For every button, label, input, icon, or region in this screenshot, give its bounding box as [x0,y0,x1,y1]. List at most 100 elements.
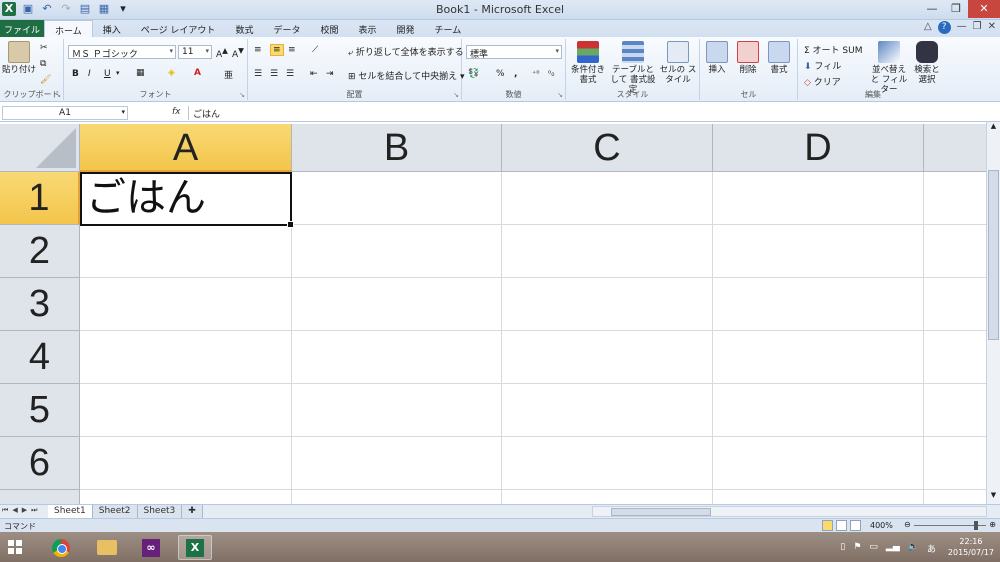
increase-indent-icon[interactable]: ⇥ [326,69,334,79]
autosum-button[interactable]: Σ オート SUM [804,43,862,56]
normal-view-icon[interactable] [822,520,833,531]
paste-button[interactable]: 貼り付け [2,41,36,75]
font-color-icon[interactable]: A [194,68,201,78]
column-header-d[interactable]: D [713,124,924,172]
horizontal-scrollbar[interactable] [592,506,987,517]
minimize-icon[interactable]: — [920,0,944,18]
format-painter-icon[interactable]: 🖌 [40,75,51,85]
row-header-5[interactable]: 5 [0,384,80,437]
doc-restore-icon[interactable]: ❐ [973,21,982,34]
scroll-down-icon[interactable]: ▼ [987,491,1000,504]
find-select-button[interactable]: 検索と 選択 [910,41,944,85]
explorer-taskbar-button[interactable] [90,535,124,560]
copy-icon[interactable]: ⧉ [40,59,46,69]
clear-button[interactable]: ◇ クリア [804,75,841,88]
flag-icon[interactable]: ⚑ [853,542,861,555]
last-sheet-icon[interactable]: ⏭ [31,506,37,515]
volume-icon[interactable]: 🔈 [908,542,919,555]
column-header-a[interactable]: A [80,124,292,172]
insert-cells-button[interactable]: 挿入 [702,41,732,75]
first-sheet-icon[interactable]: ⏮ [2,506,8,515]
tray-device-icon[interactable]: ▯ [840,542,845,555]
phonetic-icon[interactable]: 亜 [224,68,233,81]
row-header-6[interactable]: 6 [0,437,80,490]
tab-insert[interactable]: 挿入 [93,20,131,37]
excel-taskbar-button[interactable]: X [178,535,212,560]
tab-developer[interactable]: 開発 [387,20,425,37]
insert-sheet-icon[interactable]: ✚ [182,505,203,518]
row-header-7[interactable] [0,490,80,504]
sort-filter-button[interactable]: 並べ替えと フィルター [868,41,910,95]
font-launcher-icon[interactable]: ↘ [239,91,245,99]
doc-minimize-icon[interactable]: — [957,21,967,34]
visual-studio-taskbar-button[interactable]: ∞ [134,535,168,560]
column-header-e[interactable] [924,124,986,172]
tab-team[interactable]: チーム [425,20,472,37]
minimize-ribbon-icon[interactable]: △ [924,21,932,34]
delete-cells-button[interactable]: 削除 [733,41,763,75]
vertical-scroll-thumb[interactable] [988,170,999,340]
percent-button[interactable]: % [496,69,505,79]
italic-button[interactable]: I [88,69,91,79]
fill-color-icon[interactable]: ◈ [168,68,175,78]
shrink-font-icon[interactable]: A▼ [232,46,244,60]
formula-input[interactable]: ごはん [188,106,988,120]
grow-font-icon[interactable]: A▲ [216,46,228,60]
page-break-view-icon[interactable] [850,520,861,531]
alignment-launcher-icon[interactable]: ↘ [453,91,459,99]
close-icon[interactable]: ✕ [968,0,1000,18]
tab-file[interactable]: ファイル [0,20,44,37]
align-right-icon[interactable]: ☰ [286,69,294,79]
align-bottom-icon[interactable]: ≡ [288,45,296,55]
sheet-tab-sheet1[interactable]: Sheet1 [48,505,93,518]
currency-icon[interactable]: 💱 [468,69,479,79]
fill-button[interactable]: ⬇ フィル [804,59,841,72]
increase-decimal-icon[interactable]: ⁺⁰ [532,69,539,78]
select-all-button[interactable] [0,124,80,172]
doc-close-icon[interactable]: ✕ [988,21,996,34]
restore-icon[interactable]: ❐ [944,0,968,18]
underline-button[interactable]: U [104,69,111,79]
tab-review[interactable]: 校閲 [310,20,348,37]
align-center-icon[interactable]: ☰ [270,69,278,79]
merge-center-button[interactable]: ⊞ セルを結合して中央揃え ▾ [348,69,465,82]
tab-page-layout[interactable]: ページ レイアウト [131,20,226,37]
number-launcher-icon[interactable]: ↘ [557,91,563,99]
number-format-combo[interactable]: 標準 ▾ [466,45,562,60]
column-header-b[interactable]: B [292,124,502,172]
comma-button[interactable]: , [514,69,517,79]
tab-home[interactable]: ホーム [44,20,93,37]
name-box[interactable]: A1 ▾ [2,106,128,120]
sheet-tab-sheet2[interactable]: Sheet2 [92,505,138,518]
align-middle-icon[interactable]: ≡ [270,44,284,56]
column-header-c[interactable]: C [502,124,713,172]
page-layout-view-icon[interactable] [836,520,847,531]
row-header-4[interactable]: 4 [0,331,80,384]
cut-icon[interactable]: ✂ [40,43,48,53]
conditional-format-button[interactable]: 条件付き 書式 [568,41,608,85]
ime-mode-indicator[interactable]: あ [927,542,936,555]
zoom-in-icon[interactable]: ⊕ [989,520,996,529]
decrease-decimal-icon[interactable]: ⁰₀ [548,69,554,78]
wrap-text-button[interactable]: ⤶ 折り返して全体を表示する [348,45,464,58]
help-icon[interactable]: ? [937,21,951,34]
zoom-slider[interactable]: ⊖ ⊕ [904,520,996,531]
tab-data[interactable]: データ [263,20,310,37]
row-header-2[interactable]: 2 [0,225,80,278]
start-button[interactable] [8,540,22,554]
row-header-3[interactable]: 3 [0,278,80,331]
sheet-tab-sheet3[interactable]: Sheet3 [137,505,183,518]
decrease-indent-icon[interactable]: ⇤ [310,69,318,79]
align-top-icon[interactable]: ≡ [254,45,262,55]
tab-formulas[interactable]: 数式 [225,20,263,37]
battery-icon[interactable]: ▭ [869,542,878,555]
zoom-slider-knob[interactable] [974,521,978,530]
chrome-taskbar-button[interactable] [44,535,78,560]
chevron-down-icon[interactable]: ▾ [116,69,120,77]
orientation-icon[interactable]: ⟋ [312,45,318,55]
insert-function-icon[interactable]: fx [172,107,181,117]
clipboard-launcher-icon[interactable]: ↘ [55,91,61,99]
prev-sheet-icon[interactable]: ◀ [12,506,17,515]
bold-button[interactable]: B [72,69,79,79]
font-name-combo[interactable]: ＭＳ Ｐゴシック ▾ [68,45,176,60]
